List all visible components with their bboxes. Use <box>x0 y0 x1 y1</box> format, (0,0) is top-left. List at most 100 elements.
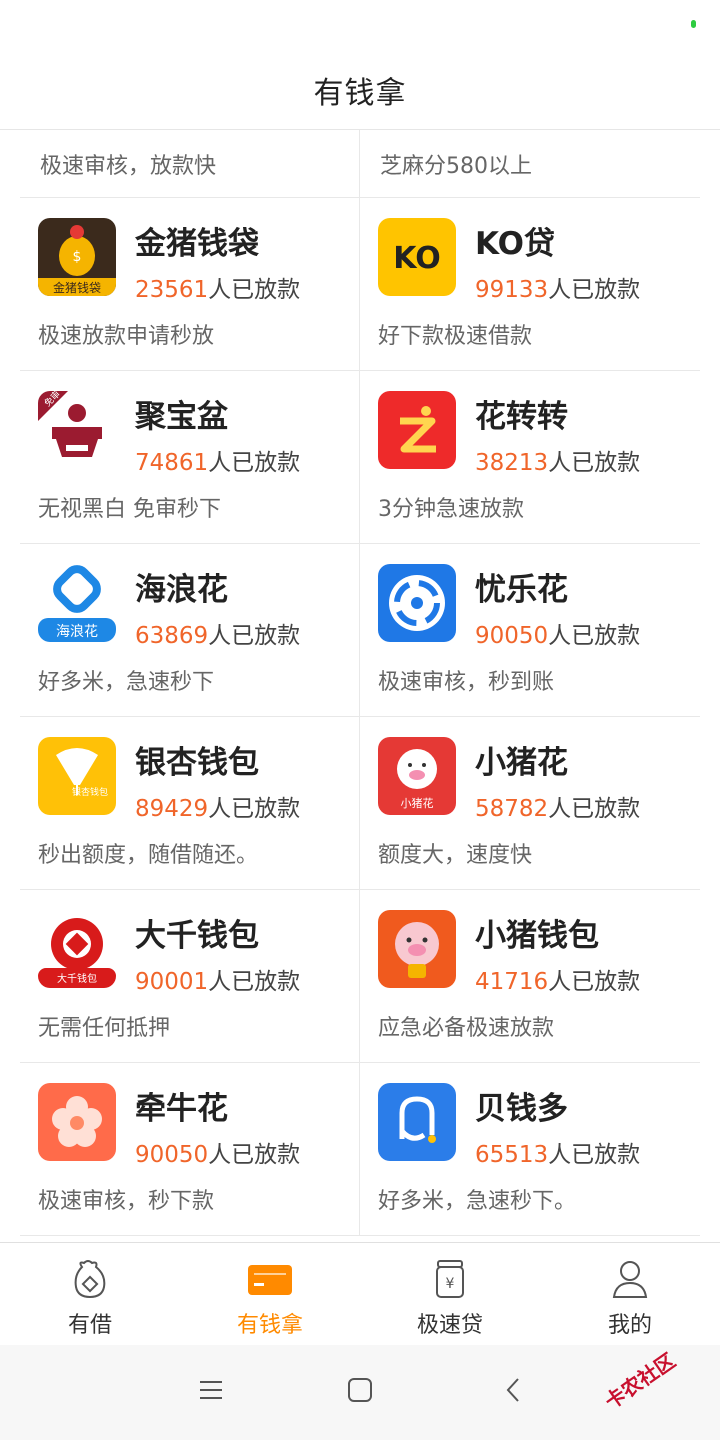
app-name: 忧乐花 <box>475 572 568 608</box>
loan-count-suffix: 人已放款 <box>208 796 301 822</box>
loan-count-suffix: 人已放款 <box>548 796 641 822</box>
app-name: 大千钱包 <box>135 918 259 954</box>
app-description: 3分钟急速放款 <box>378 497 524 522</box>
app-row: 牵牛花 90050人已放款极速审核，秒下款 贝钱多 65513人已放款 好多米，急速秒下… <box>20 1063 700 1236</box>
little-pig-flower-icon: 小猪花 <box>378 737 456 815</box>
home-icon[interactable] <box>347 1377 373 1403</box>
app-card[interactable]: 银杏钱包 银杏钱包 89429人已放款 秒出额度，随借随还。 <box>20 717 360 889</box>
app-row: 银杏钱包 银杏钱包 89429人已放款 秒出额度，随借随还。 小猪花 小猪花 58782人已… <box>20 717 700 890</box>
app-card[interactable]: 小猪钱包 41716人已放款 应急必备极速放款 <box>360 890 700 1062</box>
menu-icon[interactable] <box>198 1377 224 1403</box>
loan-count-number: 58782 <box>475 796 549 822</box>
youle-flower-icon <box>378 564 456 642</box>
app-description: 极速放款申请秒放 <box>38 324 215 349</box>
tab-jisudai[interactable]: ¥ 极速贷 <box>360 1243 540 1344</box>
loan-count: 38213人已放款 <box>475 443 640 477</box>
treasure-bowl-icon: 免审 <box>38 391 116 469</box>
app-card[interactable]: 花转转 38213人已放款 3分钟急速放款 <box>360 371 700 543</box>
app-card[interactable]: $ 金猪钱袋 金猪钱袋 23561人已放款 极速放款申请秒放 <box>20 198 360 370</box>
app-card[interactable]: 牵牛花 90050人已放款极速审核，秒下款 <box>20 1063 360 1235</box>
app-row: $ 金猪钱袋 金猪钱袋 23561人已放款 极速放款申请秒放 KO KO贷 99133人已放款… <box>20 198 700 371</box>
loan-count-suffix: 人已放款 <box>208 623 301 649</box>
app-card[interactable]: 忧乐花 90050人已放款 极速审核，秒到账 <box>360 544 700 716</box>
loan-count-number: 23561 <box>135 277 209 303</box>
app-name: 牵牛花 <box>135 1091 228 1127</box>
svg-text:银杏钱包: 银杏钱包 <box>72 786 108 798</box>
golden-pig-bag-icon: $ 金猪钱袋 <box>38 218 116 296</box>
app-description: 极速审核，放款快 <box>40 154 217 179</box>
app-description: 好多米，急速秒下 <box>38 670 215 695</box>
tab-label: 有借 <box>67 1313 112 1338</box>
loan-count-suffix: 人已放款 <box>208 450 301 476</box>
app-name: 聚宝盆 <box>135 399 228 435</box>
app-description: 极速审核，秒到账 <box>378 670 555 695</box>
app-name: 海浪花 <box>135 572 228 608</box>
app-name: 银杏钱包 <box>135 745 259 781</box>
loan-bag-icon <box>74 1260 106 1299</box>
loan-count-number: 99133 <box>475 277 549 303</box>
loan-count: 99133人已放款 <box>475 270 640 304</box>
status-bar <box>0 0 720 50</box>
loan-count-suffix: 人已放款 <box>208 969 301 995</box>
loan-count-suffix: 人已放款 <box>548 1142 641 1168</box>
hua-zhuanzhuan-icon <box>378 391 456 469</box>
app-name: KO贷 <box>475 226 555 262</box>
loan-count: 63869人已放款 <box>135 616 300 650</box>
person-icon <box>612 1261 648 1298</box>
loan-count: 89429人已放款 <box>135 789 300 823</box>
back-icon[interactable] <box>500 1377 526 1403</box>
loan-count: 41716人已放款 <box>475 962 640 996</box>
tab-youjie[interactable]: 有借 <box>0 1243 180 1344</box>
svg-text:小猪花: 小猪花 <box>401 797 434 810</box>
loan-count-number: 41716 <box>475 969 549 995</box>
loan-count: 65513人已放款 <box>475 1135 640 1169</box>
svg-text:$: $ <box>73 249 82 265</box>
svg-text:金猪钱袋: 金猪钱袋 <box>53 280 101 295</box>
app-card[interactable]: KO KO贷 99133人已放款 好下款极速借款 <box>360 198 700 370</box>
loan-count-suffix: 人已放款 <box>548 277 641 303</box>
app-card[interactable]: 海浪花 海浪花 63869人已放款 好多米，急速秒下 <box>20 544 360 716</box>
loan-count-suffix: 人已放款 <box>208 1142 301 1168</box>
ko-loan-icon: KO <box>378 218 456 296</box>
app-description: 应急必备极速放款 <box>378 1016 555 1041</box>
app-card[interactable]: 大千钱包 大千钱包 90001人已放款 无需任何抵押 <box>20 890 360 1062</box>
tab-mine[interactable]: 我的 <box>540 1243 720 1344</box>
app-card-partial-left[interactable]: 极速审核，放款快 <box>20 130 360 197</box>
loan-count-suffix: 人已放款 <box>548 623 641 649</box>
svg-text:海浪花: 海浪花 <box>56 624 98 640</box>
daqian-wallet-icon: 大千钱包 <box>38 910 116 988</box>
yen-jar-icon: ¥ <box>436 1260 464 1298</box>
app-grid: 极速审核，放款快 芝麻分580以上 $ 金猪钱袋 金猪钱袋 23561人已放款 极速放款… <box>0 130 720 1242</box>
bei-qianduo-icon <box>378 1083 456 1161</box>
loan-count: 90050人已放款 <box>135 1135 300 1169</box>
app-card[interactable]: 小猪花 小猪花 58782人已放款 额度大，速度快 <box>360 717 700 889</box>
app-card[interactable]: 贝钱多 65513人已放款 好多米，急速秒下。 <box>360 1063 700 1235</box>
loan-count: 90001人已放款 <box>135 962 300 996</box>
loan-count-suffix: 人已放款 <box>208 277 301 303</box>
app-card[interactable]: 免审 聚宝盆 74861人已放款 无视黑白 免审秒下 <box>20 371 360 543</box>
loan-count-suffix: 人已放款 <box>548 969 641 995</box>
app-name: 花转转 <box>475 399 568 435</box>
ginkgo-wallet-icon: 银杏钱包 <box>38 737 116 815</box>
tab-label: 极速贷 <box>416 1313 483 1338</box>
bottom-tab-bar: 有借 有钱拿 ¥ 极速贷 我的 <box>0 1242 720 1344</box>
app-description: 好下款极速借款 <box>378 324 533 349</box>
app-description: 极速审核，秒下款 <box>38 1189 215 1214</box>
app-description: 额度大，速度快 <box>378 843 533 868</box>
loan-count-number: 90001 <box>135 969 209 995</box>
app-name: 金猪钱袋 <box>135 226 259 262</box>
morning-glory-icon <box>38 1083 116 1161</box>
app-description: 芝麻分580以上 <box>380 154 532 179</box>
app-name: 小猪花 <box>475 745 568 781</box>
tab-youqianna[interactable]: 有钱拿 <box>180 1243 360 1344</box>
loan-count: 58782人已放款 <box>475 789 640 823</box>
hailang-flower-icon: 海浪花 <box>38 564 116 642</box>
loan-count-suffix: 人已放款 <box>548 450 641 476</box>
svg-text:KO: KO <box>393 241 440 276</box>
app-row: 大千钱包 大千钱包 90001人已放款 无需任何抵押 小猪钱包 41716人已放款 应急必备… <box>20 890 700 1063</box>
app-card-partial-right[interactable]: 芝麻分580以上 <box>360 130 700 197</box>
tab-label: 我的 <box>607 1313 652 1338</box>
app-description: 秒出额度，随借随还。 <box>38 843 259 868</box>
loan-count-number: 65513 <box>475 1142 549 1168</box>
card-icon <box>248 1265 292 1295</box>
